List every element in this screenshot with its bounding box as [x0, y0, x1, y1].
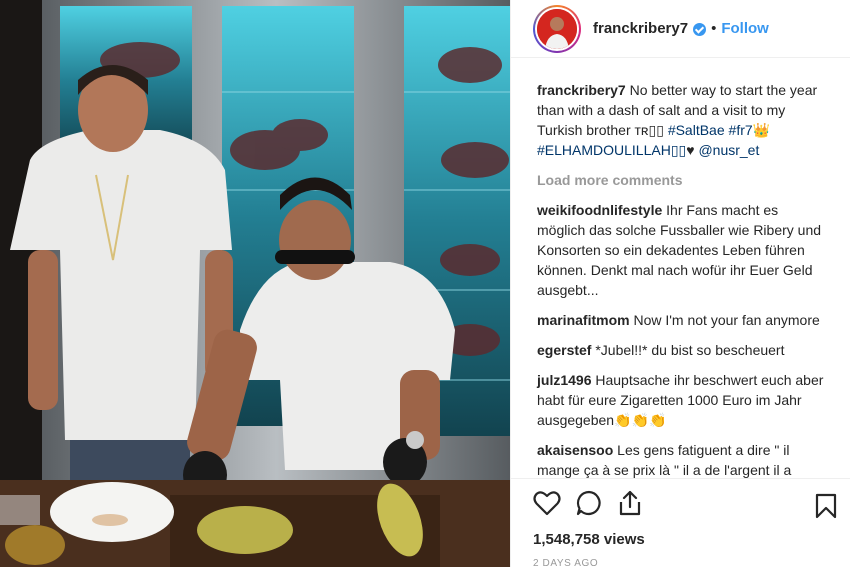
post-header: franckribery7 • Follow — [511, 0, 850, 58]
view-count[interactable]: 1,548,758 views — [533, 531, 829, 548]
action-icons — [533, 487, 837, 523]
hashtag-saltbae[interactable]: #SaltBae — [668, 122, 725, 138]
comment-username[interactable]: weikifoodnlifestyle — [537, 202, 662, 218]
verified-badge-icon — [693, 23, 707, 36]
comment-item: egerstef *Jubel!!* du bist so bescheuert — [537, 340, 827, 360]
caption: franckribery7 No better way to start the… — [537, 80, 827, 160]
hashtag-fr7[interactable]: #fr7 — [729, 122, 753, 138]
avatar[interactable] — [533, 4, 581, 53]
post-actions: 1,548,758 views 2 DAYS AGO — [511, 478, 850, 567]
profile-photo-icon — [537, 8, 577, 49]
comment-item: marinafitmom Now I'm not your fan anymor… — [537, 310, 827, 330]
heart-icon[interactable] — [533, 490, 561, 521]
avatar-image — [537, 8, 577, 49]
comment-text: *Jubel!!* du bist so bescheuert — [595, 342, 785, 358]
comment-username[interactable]: julz1496 — [537, 372, 591, 388]
mention-nusr-et[interactable]: @nusr_et — [698, 142, 759, 158]
post-video[interactable] — [0, 0, 510, 567]
post-panel: franckribery7 • Follow franckribery7 No … — [510, 0, 850, 567]
load-more-comments-button[interactable]: Load more comments — [537, 170, 827, 190]
follow-button[interactable]: Follow — [721, 20, 769, 37]
timestamp[interactable]: 2 DAYS AGO — [533, 558, 829, 567]
heart-emoji: ♥ — [686, 142, 699, 158]
comment-item: weikifoodnlifestyle Ihr Fans macht es mö… — [537, 200, 827, 300]
header-username[interactable]: franckribery7 — [593, 20, 688, 37]
crown-emoji: 👑 — [752, 122, 771, 138]
share-icon[interactable] — [617, 489, 643, 522]
comment-username[interactable]: egerstef — [537, 342, 591, 358]
bookmark-icon[interactable] — [815, 493, 837, 524]
comment-username[interactable]: akaisensoo — [537, 442, 613, 458]
comment-username[interactable]: marinafitmom — [537, 312, 630, 328]
hashtag-elhamdoulillah[interactable]: #ELHAMDOULILLAH▯▯ — [537, 142, 686, 158]
comment-icon[interactable] — [575, 489, 603, 522]
header-separator: • — [711, 20, 717, 37]
comments-list[interactable]: franckribery7 No better way to start the… — [511, 70, 850, 478]
video-frame — [0, 0, 510, 567]
comment-item: julz1496 Hauptsache ihr beschwert euch a… — [537, 370, 827, 430]
caption-username[interactable]: franckribery7 — [537, 82, 626, 98]
comment-text: Now I'm not your fan anymore — [633, 312, 820, 328]
comment-item: akaisensoo Les gens fatiguent a dire " i… — [537, 440, 827, 478]
